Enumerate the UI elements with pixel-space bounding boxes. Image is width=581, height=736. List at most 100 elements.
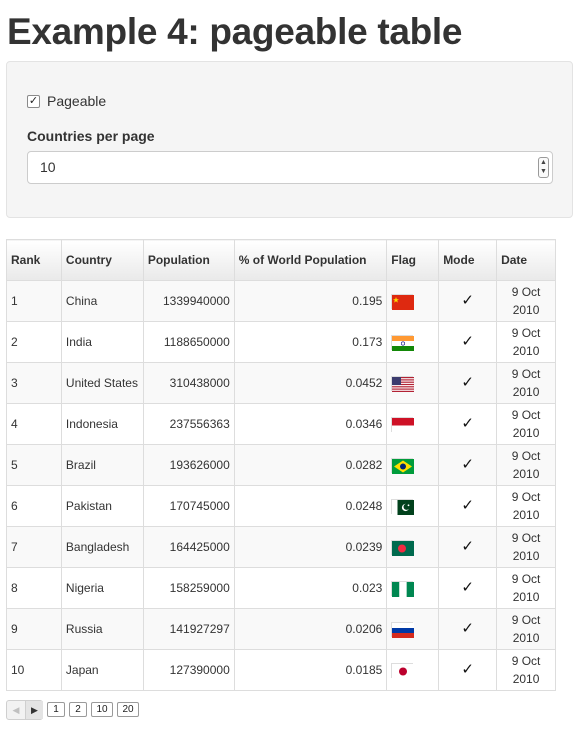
checkmark-icon: ✓ bbox=[461, 415, 474, 432]
cell-pct-world-population: 0.0346 bbox=[233, 403, 388, 445]
india-flag-icon bbox=[391, 335, 415, 352]
cell-flag bbox=[386, 526, 440, 568]
cell-population: 170745000 bbox=[142, 485, 235, 527]
checkmark-icon: ✓ bbox=[461, 292, 474, 309]
pageable-checkbox[interactable]: ✓ bbox=[27, 95, 40, 108]
countries-per-page-input[interactable]: 10 ▲ ▼ bbox=[27, 151, 553, 184]
cell-population: 1339940000 bbox=[142, 280, 235, 322]
column-header-population[interactable]: Population bbox=[142, 239, 235, 281]
countries-per-page-label: Countries per page bbox=[27, 128, 155, 144]
cell-rank: 9 bbox=[6, 608, 62, 650]
cell-population: 193626000 bbox=[142, 444, 235, 486]
column-header-rank[interactable]: Rank bbox=[6, 239, 62, 281]
column-header-mode[interactable]: Mode bbox=[438, 239, 498, 281]
cell-country: Nigeria bbox=[60, 567, 144, 609]
cell-mode: ✓ bbox=[438, 321, 498, 363]
previous-page-icon[interactable]: ◀ bbox=[7, 701, 25, 719]
indonesia-flag-icon bbox=[391, 417, 415, 434]
pager-arrows: ◀ ▶ bbox=[6, 700, 43, 720]
cell-flag bbox=[386, 567, 440, 609]
cell-mode: ✓ bbox=[438, 444, 498, 486]
cell-mode: ✓ bbox=[438, 362, 498, 404]
checkmark-icon: ✓ bbox=[461, 497, 474, 514]
nigeria-flag-icon bbox=[391, 581, 415, 598]
cell-country: Indonesia bbox=[60, 403, 144, 445]
cell-rank: 7 bbox=[6, 526, 62, 568]
pageable-label[interactable]: Pageable bbox=[47, 92, 106, 110]
cell-date: 9 Oct 2010 bbox=[496, 321, 556, 363]
cell-country: Russia bbox=[60, 608, 144, 650]
number-spinner-icon[interactable]: ▲ ▼ bbox=[538, 157, 549, 178]
table-row: 1 China 1339940000 0.195 ✓ 9 Oct 2010 bbox=[6, 280, 556, 322]
cell-flag bbox=[386, 403, 440, 445]
cell-population: 310438000 bbox=[142, 362, 235, 404]
cell-population: 164425000 bbox=[142, 526, 235, 568]
pakistan-flag-icon bbox=[391, 499, 415, 516]
cell-pct-world-population: 0.0452 bbox=[233, 362, 388, 404]
cell-rank: 2 bbox=[6, 321, 62, 363]
cell-rank: 1 bbox=[6, 280, 62, 322]
cell-country: China bbox=[60, 280, 144, 322]
options-panel: ✓ Pageable Countries per page 10 ▲ ▼ bbox=[6, 61, 573, 218]
cell-date: 9 Oct 2010 bbox=[496, 403, 556, 445]
cell-country: United States bbox=[60, 362, 144, 404]
cell-population: 158259000 bbox=[142, 567, 235, 609]
cell-date: 9 Oct 2010 bbox=[496, 649, 556, 691]
table-row: 9 Russia 141927297 0.0206 ✓ 9 Oct 2010 bbox=[6, 608, 556, 650]
table-row: 3 United States 310438000 0.0452 ✓ 9 Oct 2010 bbox=[6, 362, 556, 404]
checkmark-icon: ✓ bbox=[461, 333, 474, 350]
page-size-button-20[interactable]: 20 bbox=[117, 702, 139, 717]
cell-population: 237556363 bbox=[142, 403, 235, 445]
china-flag-icon bbox=[391, 294, 415, 311]
cell-country: Pakistan bbox=[60, 485, 144, 527]
japan-flag-icon bbox=[391, 663, 415, 680]
checkmark-icon: ✓ bbox=[461, 538, 474, 555]
cell-mode: ✓ bbox=[438, 567, 498, 609]
cell-date: 9 Oct 2010 bbox=[496, 526, 556, 568]
bangladesh-flag-icon bbox=[391, 540, 415, 557]
cell-pct-world-population: 0.0248 bbox=[233, 485, 388, 527]
table-row: 4 Indonesia 237556363 0.0346 ✓ 9 Oct 2010 bbox=[6, 403, 556, 445]
cell-rank: 6 bbox=[6, 485, 62, 527]
usa-flag-icon bbox=[391, 376, 415, 393]
cell-mode: ✓ bbox=[438, 280, 498, 322]
table-row: 6 Pakistan 170745000 0.0248 ✓ 9 Oct 2010 bbox=[6, 485, 556, 527]
cell-rank: 5 bbox=[6, 444, 62, 486]
cell-pct-world-population: 0.173 bbox=[233, 321, 388, 363]
checkmark-icon: ✓ bbox=[461, 661, 474, 678]
checkmark-icon: ✓ bbox=[461, 456, 474, 473]
checkmark-icon: ✓ bbox=[461, 579, 474, 596]
countries-table: Rank Country Population % of World Popul… bbox=[6, 239, 556, 691]
checkmark-icon: ✓ bbox=[461, 374, 474, 391]
page-size-button-2[interactable]: 2 bbox=[69, 702, 87, 717]
cell-population: 1188650000 bbox=[142, 321, 235, 363]
cell-flag bbox=[386, 649, 440, 691]
next-page-icon[interactable]: ▶ bbox=[25, 701, 43, 719]
table-row: 7 Bangladesh 164425000 0.0239 ✓ 9 Oct 2010 bbox=[6, 526, 556, 568]
cell-pct-world-population: 0.0185 bbox=[233, 649, 388, 691]
column-header-date[interactable]: Date bbox=[496, 239, 556, 281]
cell-rank: 3 bbox=[6, 362, 62, 404]
table-row: 8 Nigeria 158259000 0.023 ✓ 9 Oct 2010 bbox=[6, 567, 556, 609]
cell-flag bbox=[386, 362, 440, 404]
cell-pct-world-population: 0.0282 bbox=[233, 444, 388, 486]
column-header-flag[interactable]: Flag bbox=[386, 239, 440, 281]
cell-rank: 4 bbox=[6, 403, 62, 445]
cell-mode: ✓ bbox=[438, 608, 498, 650]
cell-flag bbox=[386, 485, 440, 527]
table-row: 2 India 1188650000 0.173 ✓ 9 Oct 2010 bbox=[6, 321, 556, 363]
cell-mode: ✓ bbox=[438, 649, 498, 691]
cell-flag bbox=[386, 608, 440, 650]
cell-flag bbox=[386, 444, 440, 486]
column-header-country[interactable]: Country bbox=[60, 239, 144, 281]
page-size-button-1[interactable]: 1 bbox=[47, 702, 65, 717]
checkmark-icon: ✓ bbox=[461, 620, 474, 637]
column-header-pct-world-population[interactable]: % of World Population bbox=[233, 239, 388, 281]
cell-pct-world-population: 0.0239 bbox=[233, 526, 388, 568]
cell-population: 127390000 bbox=[142, 649, 235, 691]
cell-pct-world-population: 0.195 bbox=[233, 280, 388, 322]
cell-pct-world-population: 0.023 bbox=[233, 567, 388, 609]
page-size-button-10[interactable]: 10 bbox=[91, 702, 113, 717]
cell-rank: 10 bbox=[6, 649, 62, 691]
cell-country: India bbox=[60, 321, 144, 363]
